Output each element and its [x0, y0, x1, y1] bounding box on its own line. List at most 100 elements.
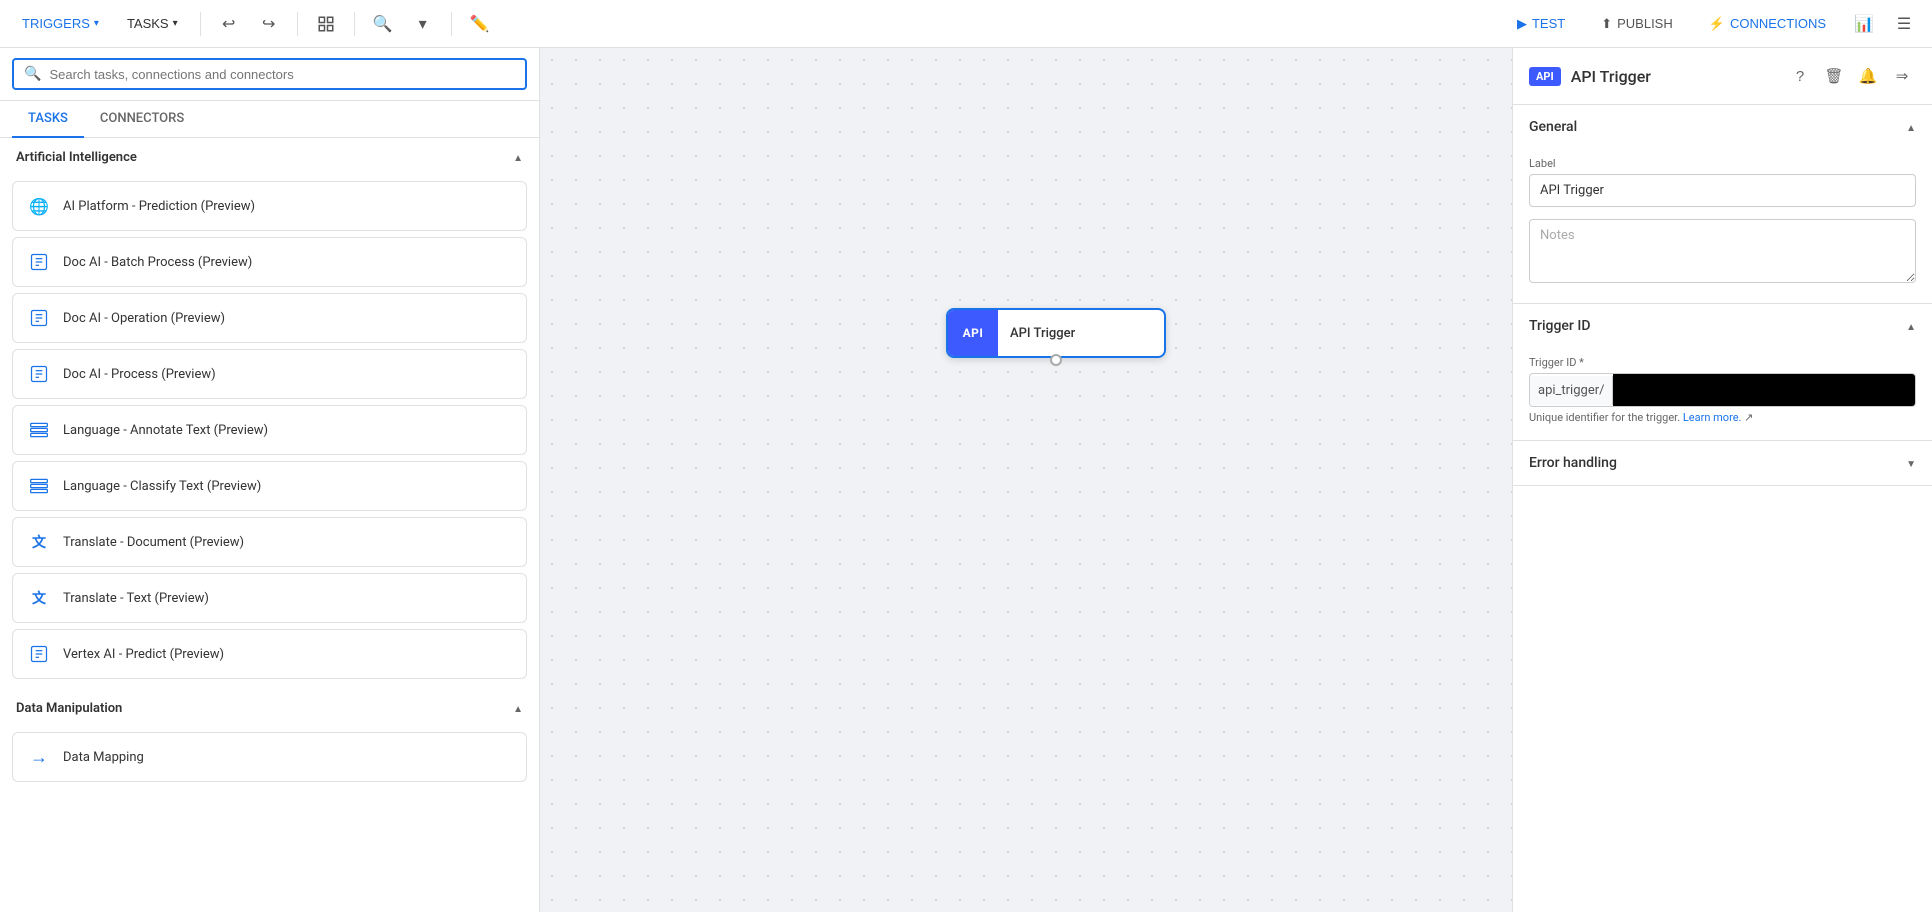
general-section-header[interactable]: General	[1513, 105, 1932, 149]
label-field-label: Label	[1529, 157, 1916, 170]
task-icon-data-0: →	[25, 743, 53, 771]
task-label-1: Doc AI - Batch Process (Preview)	[63, 255, 252, 270]
general-section: General Label	[1513, 105, 1932, 304]
redo-button[interactable]: ↪	[253, 8, 285, 40]
toolbar-right: ▶ TEST ⬆ PUBLISH ⚡ CONNECTIONS 📊 ☰	[1503, 8, 1920, 40]
tab-connectors[interactable]: CONNECTORS	[84, 101, 200, 138]
task-label-3: Doc AI - Process (Preview)	[63, 367, 216, 382]
error-handling-chevron-icon	[1906, 455, 1916, 471]
connections-label: CONNECTIONS	[1730, 16, 1826, 31]
task-label-2: Doc AI - Operation (Preview)	[63, 311, 225, 326]
trigger-id-section-label: Trigger ID	[1529, 318, 1590, 334]
publish-button[interactable]: ⬆ PUBLISH	[1587, 10, 1687, 38]
category-ai[interactable]: Artificial Intelligence	[0, 138, 539, 177]
top-toolbar: TRIGGERS ▾ TASKS ▾ ↩ ↪ 🔍 ▾ ✏️ ▶ TEST ⬆ P…	[0, 0, 1932, 48]
task-item[interactable]: 🌐 AI Platform - Prediction (Preview)	[12, 181, 527, 231]
test-play-icon: ▶	[1517, 16, 1527, 32]
task-icon-3	[25, 360, 53, 388]
task-icon-4	[25, 416, 53, 444]
search-bar: 🔍	[0, 48, 539, 101]
task-label-8: Vertex AI - Predict (Preview)	[63, 647, 224, 662]
chart-button[interactable]: 📊	[1848, 8, 1880, 40]
error-handling-section: Error handling	[1513, 441, 1932, 486]
external-link-icon: ↗	[1744, 411, 1753, 424]
trigger-id-chevron-icon	[1906, 318, 1916, 334]
tasks-label: TASKS	[127, 16, 169, 31]
divider-2	[297, 12, 298, 36]
task-label-5: Language - Classify Text (Preview)	[63, 479, 261, 494]
delete-icon-button[interactable]: 🗑	[1820, 62, 1848, 90]
layout-button[interactable]	[310, 8, 342, 40]
test-label: TEST	[1532, 16, 1565, 31]
test-button[interactable]: ▶ TEST	[1503, 10, 1579, 38]
tasks-arrow: ▾	[173, 18, 178, 29]
task-item[interactable]: 文 Translate - Document (Preview)	[12, 517, 527, 567]
search-icon: 🔍	[24, 66, 41, 82]
task-item[interactable]: Doc AI - Operation (Preview)	[12, 293, 527, 343]
task-label-4: Language - Annotate Text (Preview)	[63, 423, 268, 438]
publish-label: PUBLISH	[1617, 16, 1673, 31]
category-data[interactable]: Data Manipulation	[0, 689, 539, 728]
right-panel: API API Trigger ? 🗑 🔔 ⇒ General Label	[1512, 48, 1932, 912]
triggers-label: TRIGGERS	[22, 16, 90, 31]
task-icon-1	[25, 248, 53, 276]
task-item[interactable]: Language - Annotate Text (Preview)	[12, 405, 527, 455]
task-label-7: Translate - Text (Preview)	[63, 591, 209, 606]
help-icon-button[interactable]: ?	[1786, 62, 1814, 90]
zoom-arrow[interactable]: ▾	[407, 8, 439, 40]
category-data-label: Data Manipulation	[16, 701, 122, 716]
ai-task-items: 🌐 AI Platform - Prediction (Preview) Doc…	[0, 177, 539, 689]
category-ai-chevron	[513, 150, 523, 165]
field-hint: Unique identifier for the trigger. Learn…	[1529, 411, 1916, 424]
search-input-wrap[interactable]: 🔍	[12, 58, 527, 90]
hint-text: Unique identifier for the trigger.	[1529, 411, 1680, 424]
right-panel-header: API API Trigger ? 🗑 🔔 ⇒	[1513, 48, 1932, 105]
connections-button[interactable]: ⚡ CONNECTIONS	[1695, 10, 1840, 38]
task-label-6: Translate - Document (Preview)	[63, 535, 244, 550]
notes-field-textarea[interactable]	[1529, 219, 1916, 283]
tabs-row: TASKS CONNECTORS	[0, 101, 539, 138]
node-badge: API	[948, 310, 998, 356]
task-icon-7: 文	[25, 584, 53, 612]
edit-button[interactable]: ✏️	[464, 8, 496, 40]
tasks-button[interactable]: TASKS ▾	[117, 12, 188, 35]
triggers-button[interactable]: TRIGGERS ▾	[12, 12, 109, 35]
data-task-items: → Data Mapping	[0, 728, 539, 792]
task-item[interactable]: 文 Translate - Text (Preview)	[12, 573, 527, 623]
task-item[interactable]: Doc AI - Batch Process (Preview)	[12, 237, 527, 287]
task-item[interactable]: Language - Classify Text (Preview)	[12, 461, 527, 511]
task-label-data-0: Data Mapping	[63, 750, 144, 765]
general-section-label: General	[1529, 119, 1577, 135]
panel-header-actions: ? 🗑 🔔 ⇒	[1786, 62, 1916, 90]
zoom-button[interactable]: 🔍	[367, 8, 399, 40]
triggers-arrow: ▾	[94, 18, 99, 29]
canvas-area[interactable]: API API Trigger	[540, 48, 1512, 912]
category-data-chevron	[513, 701, 523, 716]
trigger-id-wrap: api_trigger/	[1529, 373, 1916, 407]
trigger-id-section-header[interactable]: Trigger ID	[1513, 304, 1932, 348]
general-chevron-icon	[1906, 119, 1916, 135]
general-section-content: Label	[1513, 149, 1932, 303]
publish-icon: ⬆	[1601, 16, 1612, 32]
connections-icon: ⚡	[1709, 16, 1725, 32]
trigger-id-value-box	[1613, 374, 1915, 406]
label-field-input[interactable]	[1529, 174, 1916, 207]
menu-button[interactable]: ☰	[1888, 8, 1920, 40]
task-label-0: AI Platform - Prediction (Preview)	[63, 199, 255, 214]
undo-button[interactable]: ↩	[213, 8, 245, 40]
node-label: API Trigger	[998, 326, 1087, 341]
tab-tasks[interactable]: TASKS	[12, 101, 84, 138]
bell-icon-button[interactable]: 🔔	[1854, 62, 1882, 90]
node-connector	[1050, 354, 1062, 366]
error-handling-section-header[interactable]: Error handling	[1513, 441, 1932, 485]
search-input[interactable]	[49, 67, 515, 82]
expand-icon-button[interactable]: ⇒	[1888, 62, 1916, 90]
learn-more-link[interactable]: Learn more.	[1683, 411, 1742, 424]
divider-1	[200, 12, 201, 36]
trigger-id-content: Trigger ID * api_trigger/ Unique identif…	[1513, 348, 1932, 440]
task-item[interactable]: Doc AI - Process (Preview)	[12, 349, 527, 399]
task-item[interactable]: → Data Mapping	[12, 732, 527, 782]
api-trigger-node[interactable]: API API Trigger	[946, 308, 1166, 358]
task-item[interactable]: Vertex AI - Predict (Preview)	[12, 629, 527, 679]
label-field-group: Label	[1529, 157, 1916, 207]
